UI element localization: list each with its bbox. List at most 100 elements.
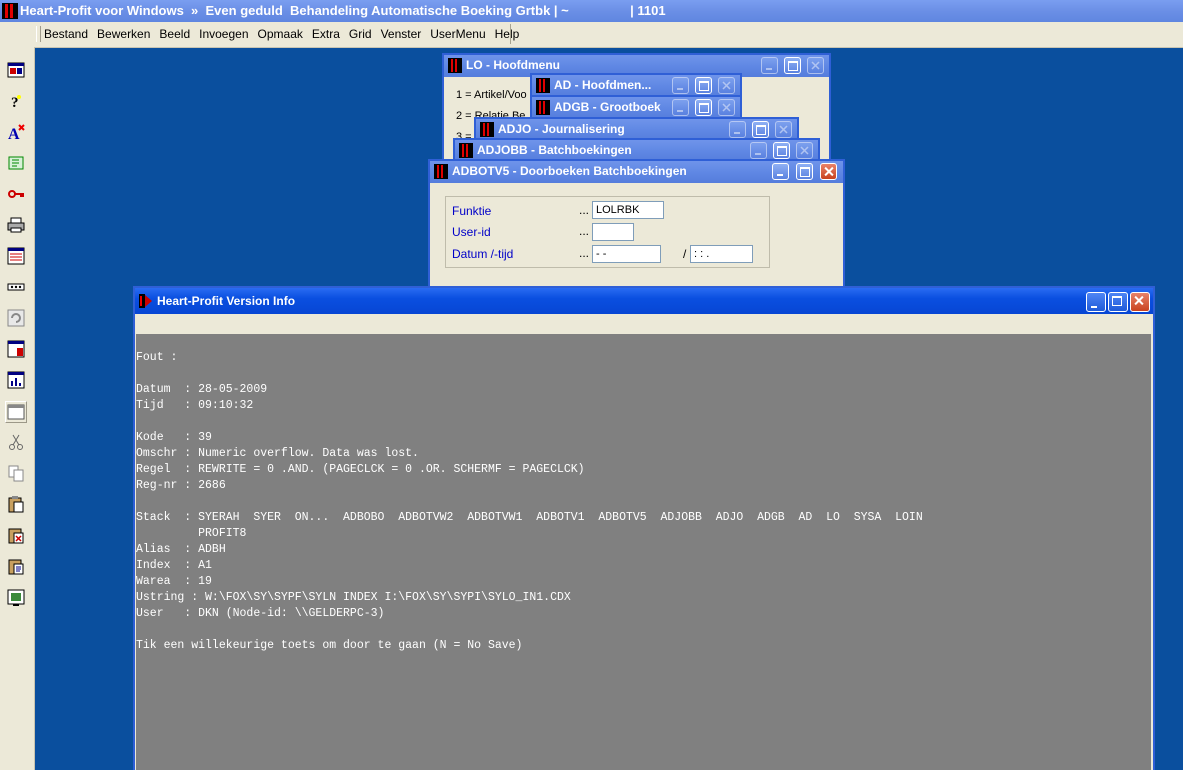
menu-venster[interactable]: Venster [381,27,422,41]
maximize-button[interactable] [695,77,712,94]
cut-icon[interactable] [7,433,25,451]
window-toggle[interactable] [5,401,27,423]
window-logo-icon [459,143,473,158]
console-line: Alias : ADBH [136,543,226,556]
menu-separator [510,24,511,44]
maximize-button[interactable] [773,142,790,159]
close-icon [722,81,731,90]
userid-field[interactable] [592,223,634,241]
app-logo-icon [139,294,152,308]
copy-icon[interactable] [7,464,25,482]
help-icon[interactable]: ? [7,92,25,110]
menu-bar: Bestand Bewerken Beeld Invoegen Opmaak Extra G… [0,22,1183,48]
close-button[interactable] [820,163,837,180]
screen-icon[interactable] [7,589,25,607]
window-icon [7,404,25,420]
dots: ... [579,246,590,260]
app-titlebar: Heart-Profit voor Windows » Even geduld … [0,0,1183,22]
maximize-button[interactable] [752,121,769,138]
minimize-button[interactable] [761,57,778,74]
window-logo-icon [536,100,550,115]
menu-opmaak[interactable]: Opmaak [258,27,303,41]
minimize-button[interactable] [750,142,767,159]
console-line: Datum : 28-05-2009 [136,383,268,396]
print-icon[interactable] [7,216,25,234]
window-titlebar[interactable]: ADGB - Grootboek [532,97,740,119]
close-icon [779,125,788,134]
menu-beeld[interactable]: Beeld [159,27,190,41]
maximize-button[interactable] [784,57,801,74]
window-title: ADBOTV5 - Doorboeken Batchboekingen [452,164,687,178]
funktie-field[interactable]: LOLRBK [592,201,664,219]
console-output: Fout : Datum : 28-05-2009 Tijd : 09:10:32 K… [136,334,1151,770]
maximize-button[interactable] [695,99,712,116]
close-icon [800,146,809,155]
window-title: ADGB - Grootboek [554,100,661,114]
maximize-button[interactable] [796,163,813,180]
form-icon[interactable] [7,340,25,358]
window-titlebar[interactable]: AD - Hoofdmen... [532,75,740,97]
console-line: Warea : 19 [136,575,212,588]
properties-icon[interactable] [7,557,25,575]
console-line: PROFIT8 [136,527,247,540]
paste-icon[interactable] [7,495,25,513]
window-titlebar[interactable]: Heart-Profit Version Info [135,288,1153,314]
menu-usermenu[interactable]: UserMenu [430,27,485,41]
funktie-label: Funktie [452,204,492,218]
dots: ... [579,203,590,217]
close-button-disabled[interactable] [718,77,735,94]
window-logo-icon [480,122,494,137]
console-line: Ustring : W:\FOX\SY\SYPF\SYLN INDEX I:\F… [136,591,571,604]
font-icon[interactable]: A [7,123,25,141]
menu-invoegen[interactable]: Invoegen [199,27,248,41]
menu-bewerken[interactable]: Bewerken [97,27,150,41]
svg-text:A: A [8,126,20,141]
console-line: Tijd : 09:10:32 [136,399,254,412]
close-button-disabled[interactable] [775,121,792,138]
minimize-button[interactable] [1086,292,1106,312]
window-logo-icon [448,58,462,73]
window-titlebar[interactable]: ADBOTV5 - Doorboeken Batchboekingen [430,161,843,183]
menu-option[interactable]: 1 = Artikel/Voo [456,85,541,106]
datum-field[interactable]: - - [592,245,661,263]
dots-icon[interactable] [7,278,25,296]
dots: ... [579,224,590,238]
console-line: Tik een willekeurige toets om door te ga… [136,639,523,652]
console-line: Index : A1 [136,559,212,572]
menu-help[interactable]: Help [495,27,520,41]
tijd-field[interactable]: : : . [690,245,753,263]
minimize-button[interactable] [772,163,789,180]
close-button-disabled[interactable] [796,142,813,159]
key-icon[interactable] [7,185,25,203]
menu-bestand[interactable]: Bestand [44,27,88,41]
paste-special-icon[interactable] [7,526,25,544]
app-title: Heart-Profit voor Windows » Even geduld … [20,3,666,18]
minimize-button[interactable] [729,121,746,138]
window-adbotv5-doorboeken[interactable]: ADBOTV5 - Doorboeken Batchboekingen Funk… [428,159,845,289]
menu-grip[interactable] [36,26,41,42]
close-icon [811,61,820,70]
minimize-button[interactable] [672,77,689,94]
maximize-button[interactable] [1108,292,1128,312]
refresh-icon[interactable] [7,309,25,327]
console-line: Reg-nr : 2686 [136,479,226,492]
chart-icon[interactable] [7,371,25,389]
menu-extra[interactable]: Extra [312,27,340,41]
userid-label: User-id [452,225,491,239]
minimize-button[interactable] [672,99,689,116]
layout-icon[interactable] [7,61,25,79]
window-list-icon[interactable] [7,247,25,265]
console-line: User : DKN (Node-id: \\GELDERPC-3) [136,607,385,620]
close-button[interactable] [1130,292,1150,312]
tree-icon[interactable] [7,154,25,172]
window-logo-icon [434,164,448,179]
menu-grid[interactable]: Grid [349,27,372,41]
close-button-disabled[interactable] [718,99,735,116]
info-toolbar-strip [135,314,1153,334]
close-button-disabled[interactable] [807,57,824,74]
side-toolbar: ? A [0,47,35,770]
window-title: LO - Hoofdmenu [466,58,560,72]
